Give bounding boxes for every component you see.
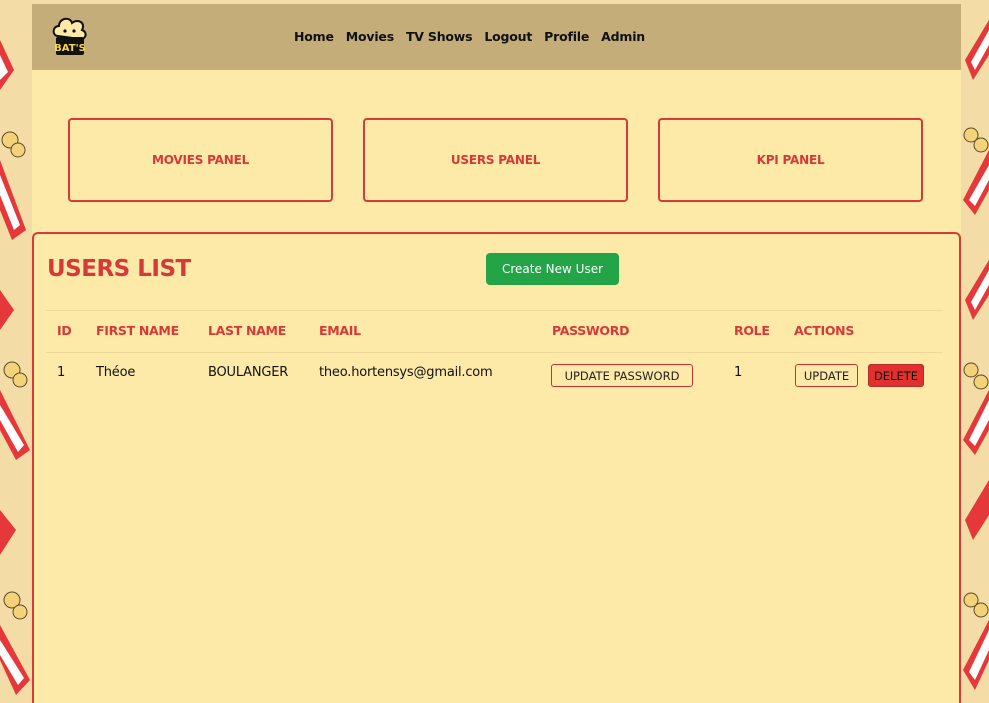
nav-movies-link[interactable]: Movies <box>346 29 394 44</box>
column-header-actions: ACTIONS <box>794 323 855 338</box>
users-list-card: USERS LIST Create New User ID FIRST NAME… <box>32 232 961 703</box>
column-header-last-name: LAST NAME <box>208 323 286 338</box>
nav-admin-link[interactable]: Admin <box>601 29 645 44</box>
cell-email: theo.hortensys@gmail.com <box>319 365 493 380</box>
top-navbar: BAT'S Home Movies TV Shows Logout Profil… <box>32 4 961 70</box>
update-password-button[interactable]: UPDATE PASSWORD <box>551 364 693 387</box>
nav-home-link[interactable]: Home <box>294 29 334 44</box>
table-top-divider <box>46 310 943 311</box>
column-header-id: ID <box>57 323 72 338</box>
main-page: BAT'S Home Movies TV Shows Logout Profil… <box>32 4 961 703</box>
title-bold: USERS <box>47 256 130 282</box>
column-header-first-name: FIRST NAME <box>96 323 179 338</box>
cell-id: 1 <box>57 365 66 380</box>
cell-last-name: BOULANGER <box>208 365 289 380</box>
table-header-divider <box>46 352 943 353</box>
title-rest: LIST <box>129 256 191 282</box>
nav-logout-link[interactable]: Logout <box>484 29 532 44</box>
nav-tvshows-link[interactable]: TV Shows <box>406 29 473 44</box>
popcorn-pattern-left <box>0 0 34 703</box>
update-user-button[interactable]: UPDATE <box>795 364 858 387</box>
cell-role: 1 <box>734 365 743 380</box>
nav-profile-link[interactable]: Profile <box>544 29 589 44</box>
popcorn-pattern-right <box>961 0 989 703</box>
cell-first-name: Théoe <box>96 365 136 380</box>
column-header-password: PASSWORD <box>552 323 630 338</box>
create-new-user-button[interactable]: Create New User <box>486 253 619 285</box>
column-header-email: EMAIL <box>319 323 361 338</box>
users-panel-button[interactable]: USERS PANEL <box>363 118 628 202</box>
kpi-panel-button[interactable]: KPI PANEL <box>658 118 923 202</box>
users-list-title: USERS LIST <box>47 256 191 282</box>
delete-user-button[interactable]: DELETE <box>868 364 924 387</box>
movies-panel-button[interactable]: MOVIES PANEL <box>68 118 333 202</box>
svg-text:BAT'S: BAT'S <box>54 43 86 54</box>
nav-links: Home Movies TV Shows Logout Profile Admi… <box>294 29 645 44</box>
column-header-role: ROLE <box>734 323 770 338</box>
logo-icon[interactable]: BAT'S <box>48 14 92 62</box>
